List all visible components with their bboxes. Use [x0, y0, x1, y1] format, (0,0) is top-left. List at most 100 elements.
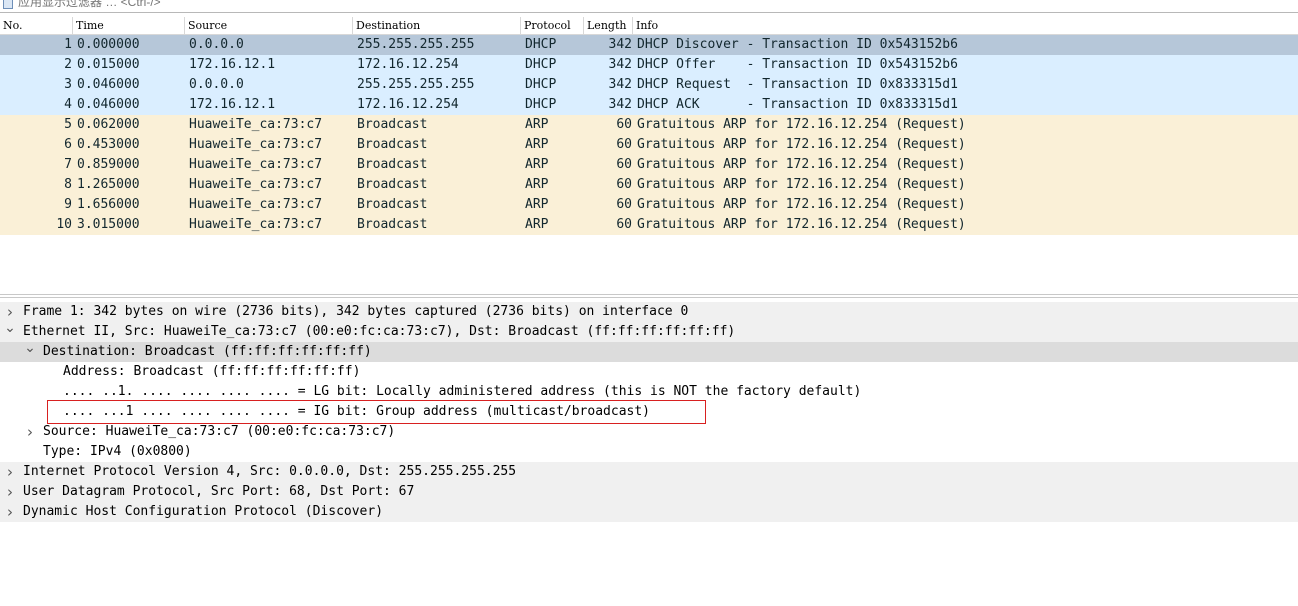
- protocol-tree-field[interactable]: › Source: HuaweiTe_ca:73:c7 (00:e0:fc:ca:…: [0, 422, 1298, 442]
- packet-cell-info: DHCP ACK - Transaction ID 0x833315d1: [637, 97, 958, 112]
- packet-cell-info: Gratuitous ARP for 172.16.12.254 (Reques…: [637, 177, 966, 192]
- tree-item-label: Internet Protocol Version 4, Src: 0.0.0.…: [23, 464, 517, 479]
- protocol-tree-item[interactable]: › Frame 1: 342 bytes on wire (2736 bits),…: [0, 302, 1298, 322]
- packet-cell-info: Gratuitous ARP for 172.16.12.254 (Reques…: [637, 217, 966, 232]
- packet-cell-len: 60: [616, 157, 632, 172]
- packet-cell-dst: Broadcast: [357, 117, 428, 132]
- packet-cell-dst: 255.255.255.255: [357, 37, 475, 52]
- packet-cell-src: 0.0.0.0: [189, 77, 244, 92]
- packet-row[interactable]: 7 0.859000 HuaweiTe_ca:73:c7 Broadcast ARP 60…: [0, 155, 1298, 175]
- packet-cell-dst: 172.16.12.254: [357, 97, 459, 112]
- packet-cell-len: 60: [616, 117, 632, 132]
- packet-cell-info: DHCP Discover - Transaction ID 0x543152b…: [637, 37, 958, 52]
- tree-item-label: Dynamic Host Configuration Protocol (Dis…: [23, 504, 384, 519]
- packet-row[interactable]: 2 0.015000 172.16.12.1 172.16.12.254 DHCP 342…: [0, 55, 1298, 75]
- packet-cell-no: 6: [64, 137, 72, 152]
- protocol-tree-field[interactable]: Address: Broadcast (ff:ff:ff:ff:ff:ff): [0, 362, 1298, 382]
- packet-list: 1 0.000000 0.0.0.0 255.255.255.255 DHCP 342 DH…: [0, 35, 1298, 235]
- packet-cell-proto: ARP: [525, 217, 549, 232]
- packet-cell-dst: 172.16.12.254: [357, 57, 459, 72]
- packet-cell-time: 1.265000: [77, 177, 140, 192]
- tree-item-label: .... ..1. .... .... .... .... = LG bit: …: [63, 384, 862, 399]
- packet-cell-len: 60: [616, 137, 632, 152]
- packet-cell-src: 172.16.12.1: [189, 97, 276, 112]
- packet-cell-time: 0.062000: [77, 117, 140, 132]
- bookmark-icon[interactable]: [3, 0, 13, 9]
- packet-cell-proto: ARP: [525, 197, 549, 212]
- packet-cell-info: Gratuitous ARP for 172.16.12.254 (Reques…: [637, 137, 966, 152]
- packet-cell-no: 2: [64, 57, 72, 72]
- packet-row[interactable]: 10 3.015000 HuaweiTe_ca:73:c7 Broadcast ARP 6…: [0, 215, 1298, 235]
- packet-cell-info: Gratuitous ARP for 172.16.12.254 (Reques…: [637, 197, 966, 212]
- packet-cell-no: 5: [64, 117, 72, 132]
- pane-splitter[interactable]: [0, 294, 1298, 298]
- packet-row[interactable]: 5 0.062000 HuaweiTe_ca:73:c7 Broadcast ARP 60…: [0, 115, 1298, 135]
- packet-cell-no: 10: [56, 217, 72, 232]
- packet-cell-dst: Broadcast: [357, 157, 428, 172]
- display-filter-input[interactable]: [18, 0, 618, 10]
- packet-cell-info: DHCP Offer - Transaction ID 0x543152b6: [637, 57, 958, 72]
- packet-cell-proto: ARP: [525, 137, 549, 152]
- tree-item-label: Ethernet II, Src: HuaweiTe_ca:73:c7 (00:…: [23, 324, 736, 339]
- tree-item-label: Source: HuaweiTe_ca:73:c7 (00:e0:fc:ca:7…: [43, 424, 396, 439]
- packet-cell-dst: 255.255.255.255: [357, 77, 475, 92]
- packet-cell-time: 3.015000: [77, 217, 140, 232]
- packet-cell-dst: Broadcast: [357, 177, 428, 192]
- packet-cell-no: 4: [64, 97, 72, 112]
- column-header-destination[interactable]: Destination: [353, 17, 521, 34]
- chevron-right-icon[interactable]: ›: [4, 462, 16, 482]
- protocol-tree-field[interactable]: ⌄ Destination: Broadcast (ff:ff:ff:ff:ff:…: [0, 340, 1298, 362]
- tree-item-label: Frame 1: 342 bytes on wire (2736 bits), …: [23, 304, 689, 319]
- column-header-info[interactable]: Info: [633, 17, 1298, 34]
- chevron-down-icon[interactable]: ⌄: [4, 318, 16, 338]
- packet-cell-dst: Broadcast: [357, 137, 428, 152]
- tree-item-label: User Datagram Protocol, Src Port: 68, Ds…: [23, 484, 415, 499]
- protocol-tree-item[interactable]: › User Datagram Protocol, Src Port: 68, D…: [0, 482, 1298, 502]
- protocol-tree-field[interactable]: .... ..1. .... .... .... .... = LG bit: …: [0, 382, 1298, 402]
- packet-cell-proto: ARP: [525, 117, 549, 132]
- packet-cell-time: 0.453000: [77, 137, 140, 152]
- chevron-right-icon[interactable]: ›: [4, 502, 16, 522]
- packet-cell-proto: DHCP: [525, 77, 557, 92]
- packet-row[interactable]: 8 1.265000 HuaweiTe_ca:73:c7 Broadcast ARP 60…: [0, 175, 1298, 195]
- chevron-right-icon[interactable]: ›: [4, 482, 16, 502]
- packet-cell-src: HuaweiTe_ca:73:c7: [189, 137, 323, 152]
- packet-cell-time: 0.015000: [77, 57, 140, 72]
- packet-row[interactable]: 9 1.656000 HuaweiTe_ca:73:c7 Broadcast ARP 60…: [0, 195, 1298, 215]
- display-filter-bar: [0, 0, 1298, 13]
- column-header-no[interactable]: No.: [0, 17, 73, 34]
- packet-cell-dst: Broadcast: [357, 217, 428, 232]
- protocol-tree-field[interactable]: Type: IPv4 (0x0800): [0, 442, 1298, 462]
- column-header-source[interactable]: Source: [185, 17, 353, 34]
- packet-cell-time: 0.000000: [77, 37, 140, 52]
- protocol-tree-item[interactable]: ⌄ Ethernet II, Src: HuaweiTe_ca:73:c7 (00…: [0, 320, 1298, 342]
- chevron-down-icon[interactable]: ⌄: [24, 338, 36, 358]
- packet-cell-proto: ARP: [525, 157, 549, 172]
- packet-cell-src: HuaweiTe_ca:73:c7: [189, 197, 323, 212]
- packet-row[interactable]: 6 0.453000 HuaweiTe_ca:73:c7 Broadcast ARP 60…: [0, 135, 1298, 155]
- packet-cell-time: 0.046000: [77, 77, 140, 92]
- packet-cell-src: HuaweiTe_ca:73:c7: [189, 117, 323, 132]
- protocol-tree-item[interactable]: › Internet Protocol Version 4, Src: 0.0.0…: [0, 462, 1298, 482]
- column-header-protocol[interactable]: Protocol: [521, 17, 584, 34]
- column-header-length[interactable]: Length: [584, 17, 633, 34]
- packet-cell-no: 1: [64, 37, 72, 52]
- packet-row[interactable]: 4 0.046000 172.16.12.1 172.16.12.254 DHCP 342…: [0, 95, 1298, 115]
- chevron-right-icon[interactable]: ›: [24, 422, 36, 442]
- packet-cell-proto: DHCP: [525, 57, 557, 72]
- packet-cell-time: 0.046000: [77, 97, 140, 112]
- packet-cell-src: 172.16.12.1: [189, 57, 276, 72]
- packet-cell-proto: DHCP: [525, 37, 557, 52]
- column-header-time[interactable]: Time: [73, 17, 185, 34]
- tree-item-label: Address: Broadcast (ff:ff:ff:ff:ff:ff): [63, 364, 361, 379]
- packet-row[interactable]: 3 0.046000 0.0.0.0 255.255.255.255 DHCP 342 DH…: [0, 75, 1298, 95]
- packet-cell-proto: ARP: [525, 177, 549, 192]
- annotation-highlight-box: [47, 400, 706, 424]
- packet-cell-no: 9: [64, 197, 72, 212]
- packet-row[interactable]: 1 0.000000 0.0.0.0 255.255.255.255 DHCP 342 DH…: [0, 35, 1298, 55]
- protocol-tree-item[interactable]: › Dynamic Host Configuration Protocol (Di…: [0, 502, 1298, 522]
- packet-cell-len: 342: [608, 57, 632, 72]
- packet-cell-info: Gratuitous ARP for 172.16.12.254 (Reques…: [637, 117, 966, 132]
- packet-cell-src: 0.0.0.0: [189, 37, 244, 52]
- tree-item-label: Destination: Broadcast (ff:ff:ff:ff:ff:f…: [43, 344, 372, 359]
